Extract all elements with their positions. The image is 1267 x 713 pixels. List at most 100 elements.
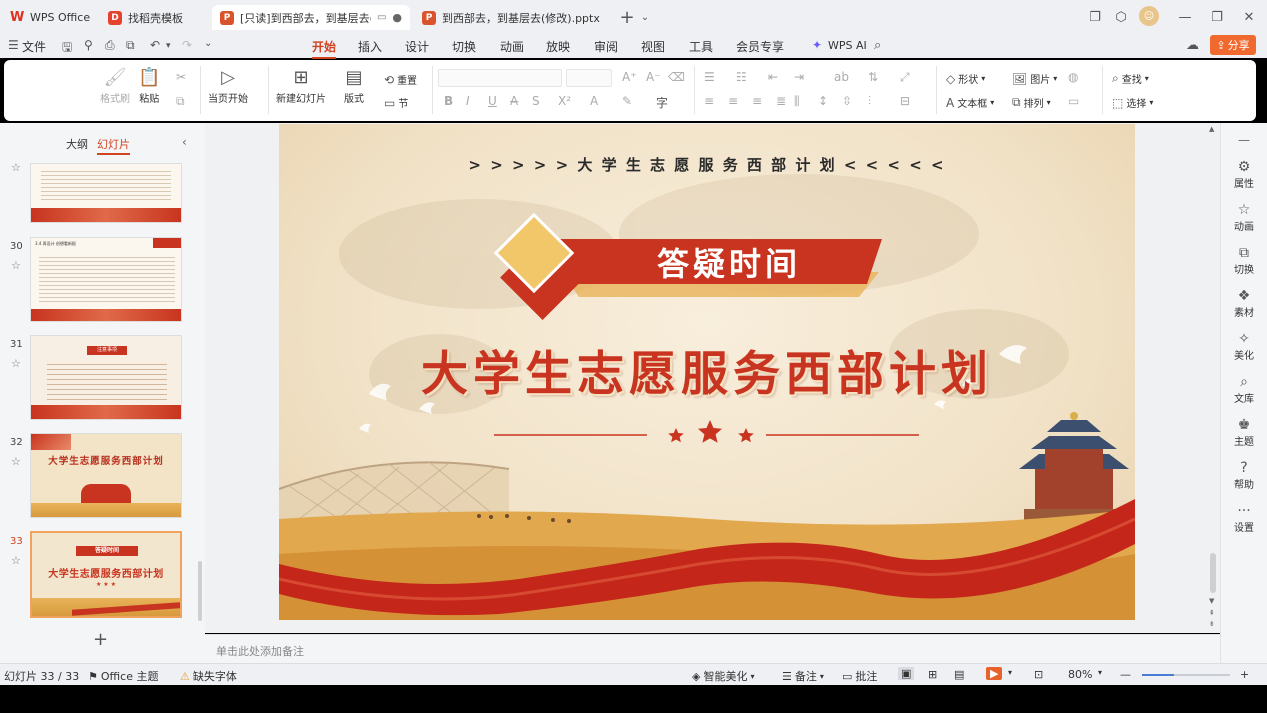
collapse-panel-icon[interactable]: ‹	[182, 135, 187, 149]
panel-beautify[interactable]: ✧ 美化	[1221, 331, 1267, 362]
arrange-button[interactable]: ⧉ 排列 ▾	[1012, 95, 1051, 110]
next-slide-icon[interactable]: ⇟	[1209, 620, 1215, 628]
justify-icon[interactable]: ≣	[776, 94, 786, 108]
new-slide-button[interactable]: ⊞ 新建幻灯片	[276, 68, 326, 106]
select-button[interactable]: ⬚ 选择 ▾	[1112, 95, 1153, 111]
cube-icon[interactable]: ⬡	[1112, 8, 1130, 26]
layout-button[interactable]: ▤ 版式	[344, 68, 364, 106]
window-layout-icon[interactable]: ❐	[1086, 8, 1104, 26]
menu-view[interactable]: 视图	[641, 38, 665, 55]
menu-wps-ai[interactable]: WPS AI	[828, 39, 867, 52]
restore-icon[interactable]: ❐	[1208, 8, 1226, 26]
undo-dropdown-icon[interactable]: ▾	[166, 41, 171, 51]
shadow-icon[interactable]: S	[532, 94, 540, 108]
star-icon[interactable]: ☆	[11, 161, 21, 174]
paragraph-spacing-icon[interactable]: ⇳	[842, 94, 852, 108]
scroll-down-icon[interactable]: ▼	[1209, 597, 1214, 605]
font-family-select[interactable]	[438, 69, 562, 87]
tab-outline[interactable]: 大纲	[66, 136, 88, 152]
menu-review[interactable]: 审阅	[594, 38, 618, 55]
slide-thumbnail-selected[interactable]: 答疑时间 大学生志愿服务西部计划 ★ ★ ★	[30, 531, 182, 618]
text-align-vertical-icon[interactable]: ⊟	[900, 94, 910, 108]
search-icon[interactable]: ⌕	[874, 38, 881, 53]
menu-file[interactable]: 文件	[22, 38, 46, 55]
panel-materials[interactable]: ❖ 素材	[1221, 288, 1267, 319]
slide-thumbnail[interactable]: 3.4 再设计 创想看新报	[30, 237, 182, 322]
print-preview-icon[interactable]: ⧉	[126, 38, 135, 53]
picture-button[interactable]: 🖼 图片 ▾	[1012, 71, 1057, 87]
menu-home[interactable]: 开始	[312, 38, 337, 59]
panel-animation[interactable]: ☆ 动画	[1221, 202, 1267, 233]
copy-icon[interactable]: ⧉	[176, 94, 185, 109]
font-size-select[interactable]	[566, 69, 612, 87]
shape-button[interactable]: ◇ 形状 ▾	[946, 71, 985, 87]
paste-button[interactable]: 📋 粘贴	[138, 68, 160, 106]
cut-icon[interactable]: ✂	[176, 70, 186, 84]
menu-design[interactable]: 设计	[405, 38, 429, 55]
scroll-up-icon[interactable]: ▲	[1209, 125, 1214, 133]
chevron-down-icon[interactable]: ▾	[1008, 668, 1012, 677]
fill-color-icon[interactable]: ◍	[1068, 70, 1078, 84]
zoom-slider[interactable]	[1142, 674, 1230, 676]
new-tab-button[interactable]: +	[618, 7, 636, 28]
font-grow-icon[interactable]: A⁺	[622, 70, 637, 84]
star-icon[interactable]: ☆	[11, 455, 21, 468]
highlight-icon[interactable]: ✎	[622, 94, 632, 108]
underline-icon[interactable]: U	[488, 94, 497, 108]
add-slide-button[interactable]: +	[93, 629, 108, 650]
print-icon[interactable]: ⎙	[105, 38, 115, 53]
tab-readonly-pptx[interactable]: P [只读]到西部去，到基层去(修改 ▭ ●	[212, 5, 410, 30]
tab-pptx[interactable]: P 到西部去，到基层去(修改).pptx	[414, 5, 610, 30]
tab-slides[interactable]: 幻灯片	[97, 136, 130, 155]
close-icon[interactable]: ✕	[1240, 8, 1258, 26]
menu-transitions[interactable]: 切换	[452, 38, 476, 55]
align-left-icon[interactable]: ≡	[704, 94, 714, 108]
sort-icon[interactable]: ⇅	[868, 70, 878, 84]
tab-wps-office[interactable]: W WPS Office	[2, 5, 94, 30]
cloud-upload-icon[interactable]: ☁	[1186, 38, 1199, 53]
scrollbar-thumb[interactable]	[1210, 553, 1216, 593]
theme-indicator[interactable]: ⚑ Office 主题	[88, 668, 158, 684]
text-fit-icon[interactable]: ⤢	[900, 70, 910, 85]
increase-indent-icon[interactable]: ⇥	[794, 70, 804, 84]
column-icon[interactable]: ⫶	[868, 94, 871, 109]
avatar[interactable]: ☺	[1139, 6, 1159, 26]
find-button[interactable]: ⌕ 查找 ▾	[1112, 71, 1149, 86]
align-center-icon[interactable]: ≡	[728, 94, 738, 108]
slide-thumbnail[interactable]	[30, 163, 182, 223]
notes-pane[interactable]: 单击此处添加备注	[205, 634, 1220, 663]
phonetic-icon[interactable]: 字	[656, 94, 668, 111]
outline-color-icon[interactable]: ▭	[1068, 94, 1079, 108]
menu-animations[interactable]: 动画	[500, 38, 524, 55]
hamburger-icon[interactable]: ☰	[8, 38, 19, 52]
reading-view-button[interactable]: ▤	[954, 668, 964, 681]
missing-fonts-indicator[interactable]: ⚠ 缺失字体	[180, 668, 237, 684]
slide-thumbnail[interactable]: 注意事项	[30, 335, 182, 420]
comments-toggle[interactable]: ▭ 批注	[842, 668, 877, 684]
zoom-out-button[interactable]: —	[1120, 668, 1131, 681]
undo-icon[interactable]: ↶	[150, 38, 160, 52]
slide-thumbnail[interactable]: 大学生志愿服务西部计划	[30, 433, 182, 518]
zoom-level[interactable]: 80%	[1068, 668, 1092, 681]
bullets-icon[interactable]: ☰	[704, 70, 715, 84]
align-right-icon[interactable]: ≡	[752, 94, 762, 108]
notes-toggle[interactable]: ☰ 备注 ▾	[782, 668, 824, 684]
bold-icon[interactable]: B	[444, 94, 453, 108]
panel-transition[interactable]: ⧉ 切换	[1221, 245, 1267, 276]
fit-window-icon[interactable]: ⊡	[1034, 668, 1043, 681]
section-button[interactable]: ▭ 节	[384, 95, 408, 111]
tab-docer-templates[interactable]: D 找稻壳模板	[100, 5, 208, 30]
minimize-icon[interactable]: —	[1176, 8, 1194, 26]
redo-icon[interactable]: ↷	[182, 38, 192, 52]
menu-slideshow[interactable]: 放映	[546, 38, 570, 55]
star-icon[interactable]: ☆	[11, 554, 21, 567]
textbox-button[interactable]: A 文本框 ▾	[946, 95, 994, 111]
slide-33[interactable]: > > > > > 大 学 生 志 愿 服 务 西 部 计 划 < < < < …	[279, 124, 1135, 620]
prev-slide-icon[interactable]: ⇞	[1209, 609, 1215, 617]
panel-theme[interactable]: ♚ 主题	[1221, 417, 1267, 448]
format-painter-button[interactable]: 🖌 格式刷	[100, 68, 130, 106]
text-direction-icon[interactable]: ab	[834, 70, 849, 84]
italic-icon[interactable]: I	[466, 94, 470, 108]
panel-library[interactable]: ⌕ 文库	[1221, 374, 1267, 405]
play-slideshow-button[interactable]: ▶	[986, 667, 1003, 680]
